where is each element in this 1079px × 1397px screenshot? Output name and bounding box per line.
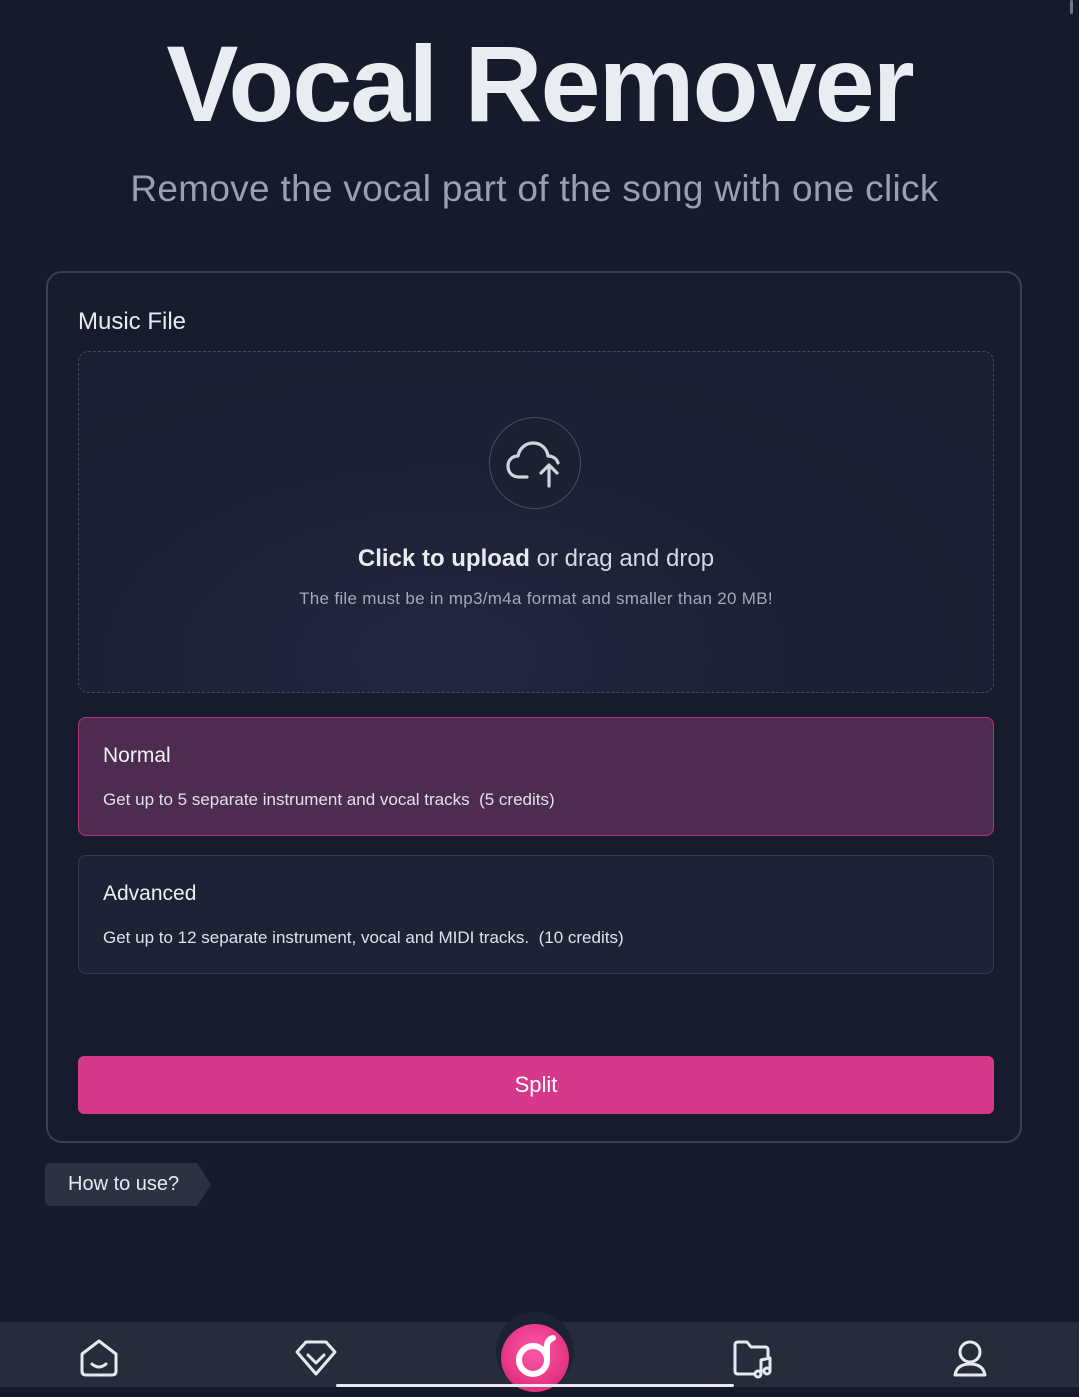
logo-disc [501, 1324, 569, 1392]
upload-format-hint: The file must be in mp3/m4a format and s… [299, 589, 773, 608]
home-icon[interactable] [77, 1336, 121, 1380]
upload-form-card: Music File Click to upload or drag and d… [46, 271, 1022, 1143]
page-subtitle: Remove the vocal part of the song with o… [130, 168, 939, 209]
option-normal[interactable]: Normal Get up to 5 separate instrument a… [78, 717, 994, 836]
app-logo-icon[interactable] [496, 1312, 574, 1392]
file-dropzone[interactable]: Click to upload or drag and drop The fil… [78, 351, 994, 693]
scroll-indicator[interactable] [1070, 0, 1073, 14]
option-normal-name: Normal [103, 744, 171, 767]
music-folder-icon[interactable] [731, 1336, 775, 1380]
music-file-label: Music File [78, 308, 187, 335]
how-to-use-button[interactable]: How to use? [45, 1163, 211, 1206]
page-title: Vocal Remover [166, 23, 914, 144]
split-button[interactable]: Split [78, 1056, 994, 1114]
cloud-upload-icon [489, 417, 581, 509]
option-advanced-name: Advanced [103, 882, 197, 905]
upload-instruction: Click to upload or drag and drop [79, 545, 993, 573]
option-advanced[interactable]: Advanced Get up to 12 separate instrumen… [78, 855, 994, 974]
how-to-use-label: How to use? [68, 1173, 180, 1195]
option-normal-description: Get up to 5 separate instrument and voca… [103, 790, 555, 809]
drag-drop-text: or drag and drop [529, 545, 715, 572]
option-advanced-description: Get up to 12 separate instrument, vocal … [103, 928, 624, 947]
click-to-upload-link[interactable]: Click to upload [358, 545, 530, 572]
profile-icon[interactable] [948, 1336, 992, 1380]
diamond-icon[interactable] [294, 1336, 338, 1380]
